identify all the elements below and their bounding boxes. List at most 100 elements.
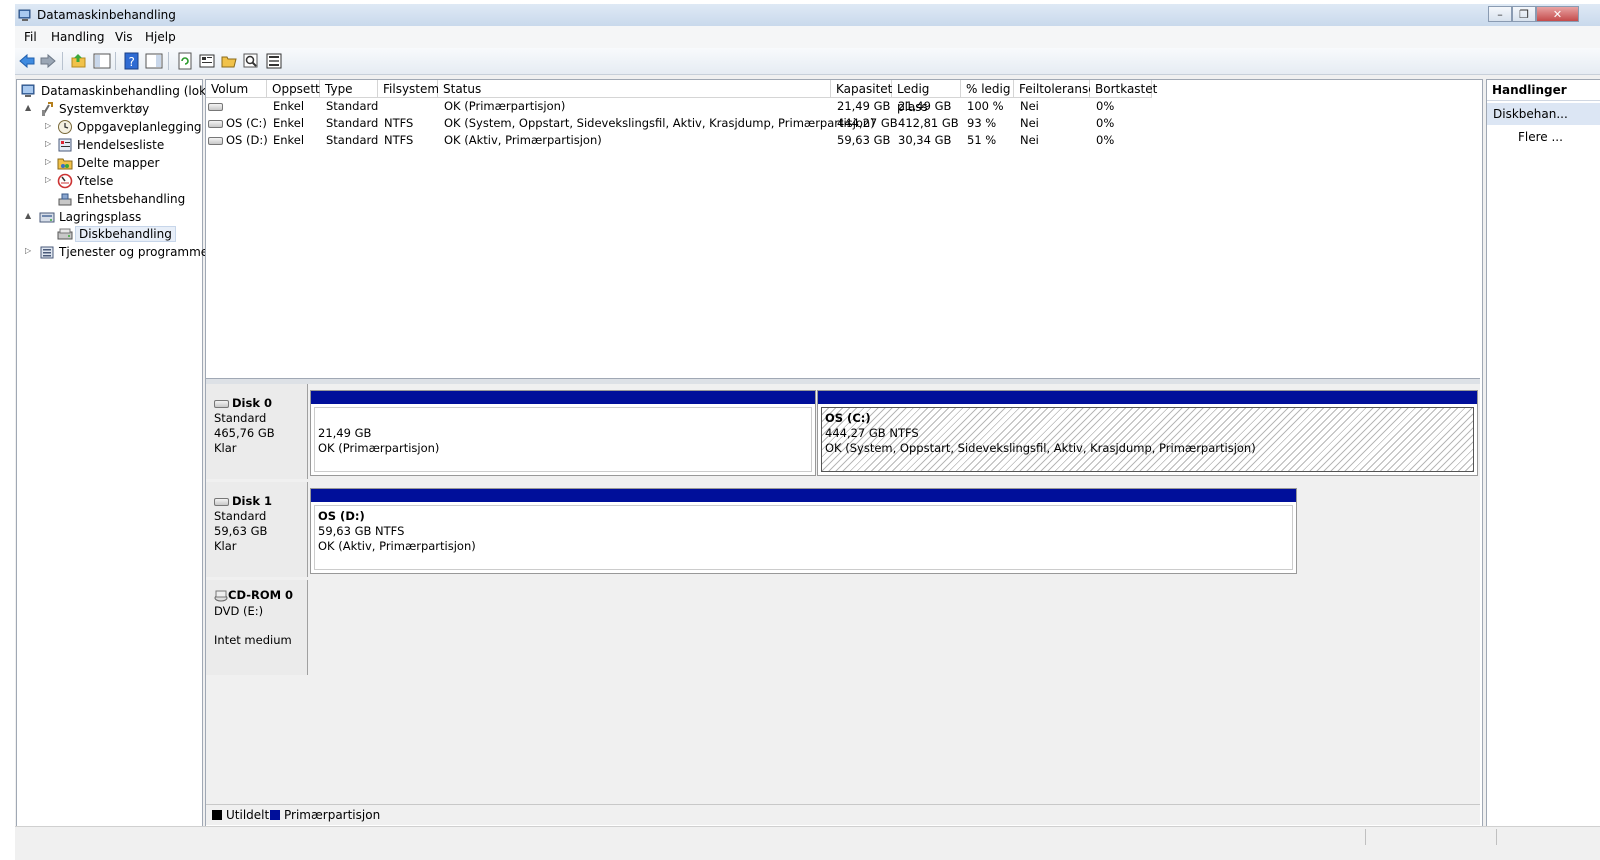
column-header-fault-tolerance[interactable]: Feiltoleranse (1014, 80, 1096, 98)
menu-help-label: Hjelp (145, 30, 176, 44)
expand-icon[interactable]: ▷ (45, 175, 55, 184)
partition-title: OS (D:) (318, 509, 365, 523)
services-icon (40, 246, 54, 259)
expand-icon[interactable]: ▷ (45, 121, 55, 130)
volume-name-text: OS (C:) (226, 116, 267, 130)
computer-management-icon (18, 9, 31, 21)
tree-item-label: Systemverktøy (59, 102, 150, 116)
volume-status: OK (Aktiv, Primærpartisjon) (444, 133, 602, 147)
open-folder-icon[interactable] (220, 52, 238, 70)
partition-status: OK (Aktiv, Primærpartisjon) (318, 539, 476, 553)
refresh-icon[interactable] (176, 52, 194, 70)
help-icon[interactable]: ? (123, 52, 141, 70)
partition-color-bar (818, 391, 1477, 404)
legend-label-unallocated: Utildelt (226, 808, 270, 822)
column-header-free-space[interactable]: Ledig plass (892, 80, 961, 114)
volume-type: Standard (326, 133, 379, 147)
column-header-volume[interactable]: Volum (206, 80, 267, 98)
status-divider (1365, 829, 1366, 845)
settings-icon[interactable] (265, 52, 283, 70)
expand-icon[interactable]: ▷ (25, 246, 35, 255)
disk-management-icon (57, 228, 73, 240)
event-log-icon (58, 138, 72, 152)
menu-view[interactable]: Vis (115, 30, 133, 44)
disk-size: 465,76 GB (214, 426, 275, 440)
volume-overhead: 0% (1096, 99, 1115, 113)
volume-free-space: 21,49 GB (898, 99, 952, 113)
partition-status: OK (System, Oppstart, Sidevekslingsfil, … (825, 441, 1256, 455)
disk-label[interactable]: CD-ROM 0 DVD (E:) Intet medium (206, 580, 308, 675)
legend: Utildelt Primærpartisjon (206, 804, 1480, 825)
volume-name-text: OS (D:) (226, 133, 268, 147)
actions-pane: Handlinger Diskbehan... Flere ... (1486, 79, 1600, 827)
partition-title: OS (C:) (825, 411, 871, 425)
menu-bar: Fil Handling Vis Hjelp (15, 26, 1600, 48)
actions-section-disk-management[interactable]: Diskbehan... (1487, 103, 1600, 125)
partition-block[interactable]: 21,49 GB OK (Primærpartisjon) (310, 390, 816, 476)
volume-name (206, 98, 226, 115)
shared-folder-icon (57, 158, 73, 170)
menu-view-label: Vis (115, 30, 133, 44)
tree-item-label: Lagringsplass (59, 210, 142, 224)
volume-overhead: 0% (1096, 116, 1115, 130)
partition-color-bar (311, 489, 1296, 502)
window-title: Datamaskinbehandling (37, 8, 176, 22)
disk-label[interactable]: Disk 0 Standard 465,76 GB Klar (206, 384, 308, 479)
volume-percent-free: 93 % (967, 116, 997, 130)
column-header-capacity[interactable]: Kapasitet (831, 80, 892, 98)
disk-name: CD-ROM 0 (228, 588, 294, 602)
up-folder-icon[interactable] (70, 52, 88, 70)
menu-help[interactable]: Hjelp (145, 30, 176, 44)
partition-block[interactable]: OS (D:) 59,63 GB NTFS OK (Aktiv, Primærp… (310, 488, 1297, 574)
disk-size: 59,63 GB (214, 524, 268, 538)
column-header-status[interactable]: Status (438, 80, 831, 98)
show-hide-tree-icon[interactable] (93, 52, 111, 70)
disk-row: Disk 0 Standard 465,76 GB Klar 21,49 GB … (206, 384, 1480, 482)
volume-layout: Enkel (273, 116, 305, 130)
volume-layout: Enkel (273, 133, 305, 147)
column-header-layout[interactable]: Oppsett (267, 80, 320, 98)
column-header-overhead[interactable]: Bortkastet (1090, 80, 1157, 98)
menu-action[interactable]: Handling (51, 30, 105, 44)
volume-list: Volum Oppsett Type Filsystem Status Kapa… (206, 80, 1480, 378)
actions-more[interactable]: Flere ... (1518, 130, 1563, 144)
disk-title: Disk 0 (214, 396, 272, 411)
expand-icon[interactable]: ▷ (45, 139, 55, 148)
tree-item-label: Delte mapper (77, 156, 160, 170)
column-header-type[interactable]: Type (320, 80, 378, 98)
volume-capacity: 444,27 GB (837, 116, 898, 130)
partition-body: OS (D:) 59,63 GB NTFS OK (Aktiv, Primærp… (314, 505, 1293, 570)
close-button[interactable]: ✕ (1536, 6, 1579, 22)
volume-layout: Enkel (273, 99, 305, 113)
partition-block[interactable]: OS (C:) 444,27 GB NTFS OK (System, Oppst… (817, 390, 1478, 476)
forward-arrow-icon[interactable] (39, 52, 57, 70)
collapse-icon[interactable]: ▲ (25, 211, 35, 220)
column-header-file-system[interactable]: Filsystem (378, 80, 439, 98)
status-bar (15, 826, 1600, 847)
search-icon[interactable] (242, 52, 260, 70)
expand-icon[interactable]: ▷ (45, 157, 55, 166)
show-hide-action-pane-icon[interactable] (145, 52, 163, 70)
toolbar: ? (15, 48, 1600, 75)
volume-fault-tolerance: Nei (1020, 116, 1039, 130)
volume-status: OK (Primærpartisjon) (444, 99, 566, 113)
partition-body-selected: OS (C:) 444,27 GB NTFS OK (System, Oppst… (821, 407, 1474, 472)
volume-capacity: 59,63 GB (837, 133, 891, 147)
restore-button[interactable]: ❐ (1512, 6, 1536, 22)
column-header-percent-free[interactable]: % ledig (961, 80, 1014, 98)
disk-icon (214, 399, 229, 408)
volume-fault-tolerance: Nei (1020, 133, 1039, 147)
partition-status: OK (Primærpartisjon) (318, 441, 440, 455)
title-bar: Datamaskinbehandling – ❐ ✕ (15, 4, 1600, 26)
back-arrow-icon[interactable] (18, 52, 36, 70)
disk-label[interactable]: Disk 1 Standard 59,63 GB Klar (206, 482, 308, 577)
minimize-button[interactable]: – (1488, 6, 1512, 22)
properties-icon[interactable] (198, 52, 216, 70)
disk-type: Standard (214, 411, 267, 425)
drive-icon (208, 102, 223, 111)
partition-size: 59,63 GB NTFS (318, 524, 405, 538)
tree-item-label: Ytelse (77, 174, 114, 188)
volume-fault-tolerance: Nei (1020, 99, 1039, 113)
collapse-icon[interactable]: ▲ (25, 103, 35, 112)
menu-file[interactable]: Fil (24, 30, 37, 44)
